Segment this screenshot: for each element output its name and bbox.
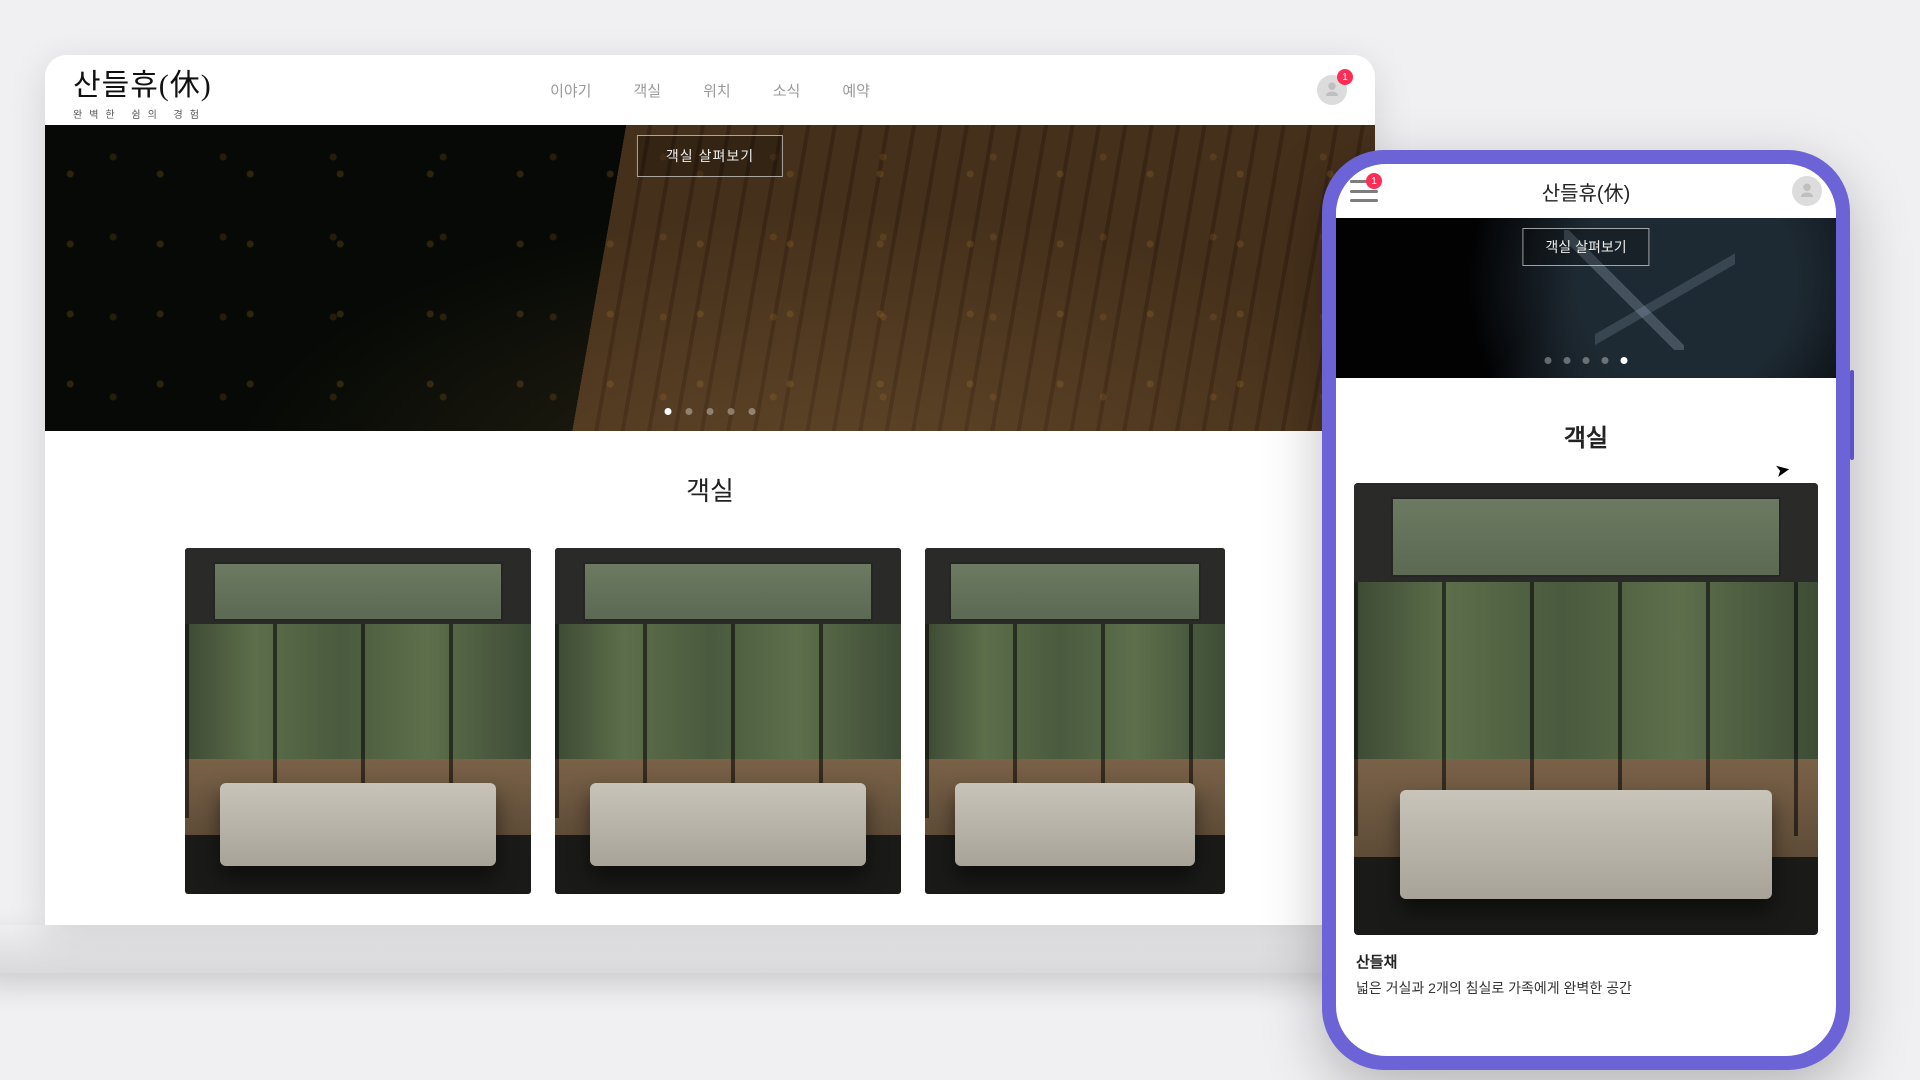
avatar-icon[interactable] [1792, 176, 1822, 206]
phone-device: 1 산들휴(休) 객실 살펴보기 객실 산들채 [1322, 150, 1850, 1070]
room-image-bed [955, 783, 1195, 866]
mobile-title: 산들휴(休) [1542, 177, 1631, 206]
desktop-header: 산들휴(休) 완벽한 쉼의 경험 이야기 객실 위치 소식 예약 1 [45, 55, 1375, 125]
brand-subtitle: 완벽한 쉼의 경험 [73, 106, 212, 121]
mobile-room-title: 산들채 [1356, 951, 1816, 972]
desktop-viewport: 산들휴(休) 완벽한 쉼의 경험 이야기 객실 위치 소식 예약 1 객실 살펴… [45, 55, 1375, 925]
mobile-room-card[interactable] [1354, 483, 1818, 935]
nav-item-rooms[interactable]: 객실 [633, 80, 661, 101]
rooms-section: 객실 [45, 431, 1375, 894]
carousel-dot[interactable] [1545, 357, 1552, 364]
account-menu[interactable]: 1 [1317, 75, 1347, 105]
laptop-device: 산들휴(休) 완벽한 쉼의 경험 이야기 객실 위치 소식 예약 1 객실 살펴… [45, 55, 1375, 975]
carousel-dots [665, 408, 756, 415]
room-card[interactable] [925, 548, 1225, 894]
brand-title: 산들휴(休) [73, 60, 212, 104]
room-image-bed [220, 783, 497, 866]
rooms-heading: 객실 [45, 471, 1375, 508]
carousel-dot[interactable] [1583, 357, 1590, 364]
mobile-hero-cta-button[interactable]: 객실 살펴보기 [1522, 228, 1649, 266]
nav-item-story[interactable]: 이야기 [550, 80, 591, 101]
notification-badge: 1 [1366, 173, 1382, 189]
nav-item-news[interactable]: 소식 [773, 80, 801, 101]
room-image-bed [590, 783, 867, 866]
carousel-dot[interactable] [1564, 357, 1571, 364]
primary-nav: 이야기 객실 위치 소식 예약 [550, 80, 870, 101]
mobile-room-caption: 산들채 넓은 거실과 2개의 침실로 가족에게 완벽한 공간 [1336, 935, 1836, 999]
carousel-dot[interactable] [728, 408, 735, 415]
carousel-dot[interactable] [1621, 357, 1628, 364]
carousel-dot[interactable] [686, 408, 693, 415]
mobile-rooms-heading: 객실 [1336, 418, 1836, 453]
nav-item-book[interactable]: 예약 [842, 80, 870, 101]
mobile-hero-carousel[interactable]: 객실 살펴보기 [1336, 218, 1836, 378]
menu-button[interactable]: 1 [1350, 180, 1378, 202]
hero-carousel[interactable]: 객실 살펴보기 [45, 125, 1375, 431]
laptop-base [0, 925, 1455, 973]
hero-cta-button[interactable]: 객실 살펴보기 [637, 135, 783, 177]
mobile-viewport: 1 산들휴(休) 객실 살펴보기 객실 산들채 [1336, 164, 1836, 1056]
room-card[interactable] [185, 548, 531, 894]
brand-logo[interactable]: 산들휴(休) 완벽한 쉼의 경험 [73, 60, 212, 121]
room-image-bed [1400, 790, 1771, 898]
carousel-dot[interactable] [749, 408, 756, 415]
nav-item-location[interactable]: 위치 [703, 80, 731, 101]
carousel-dot[interactable] [665, 408, 672, 415]
carousel-dot[interactable] [1602, 357, 1609, 364]
carousel-dot[interactable] [707, 408, 714, 415]
room-card[interactable] [555, 548, 901, 894]
notification-badge: 1 [1337, 69, 1353, 85]
mobile-room-desc: 넓은 거실과 2개의 침실로 가족에게 완벽한 공간 [1356, 978, 1816, 999]
cursor-icon: ➤ [1773, 459, 1792, 482]
mobile-carousel-dots [1545, 357, 1628, 364]
rooms-grid [45, 508, 1375, 894]
mobile-header: 1 산들휴(休) [1336, 164, 1836, 218]
